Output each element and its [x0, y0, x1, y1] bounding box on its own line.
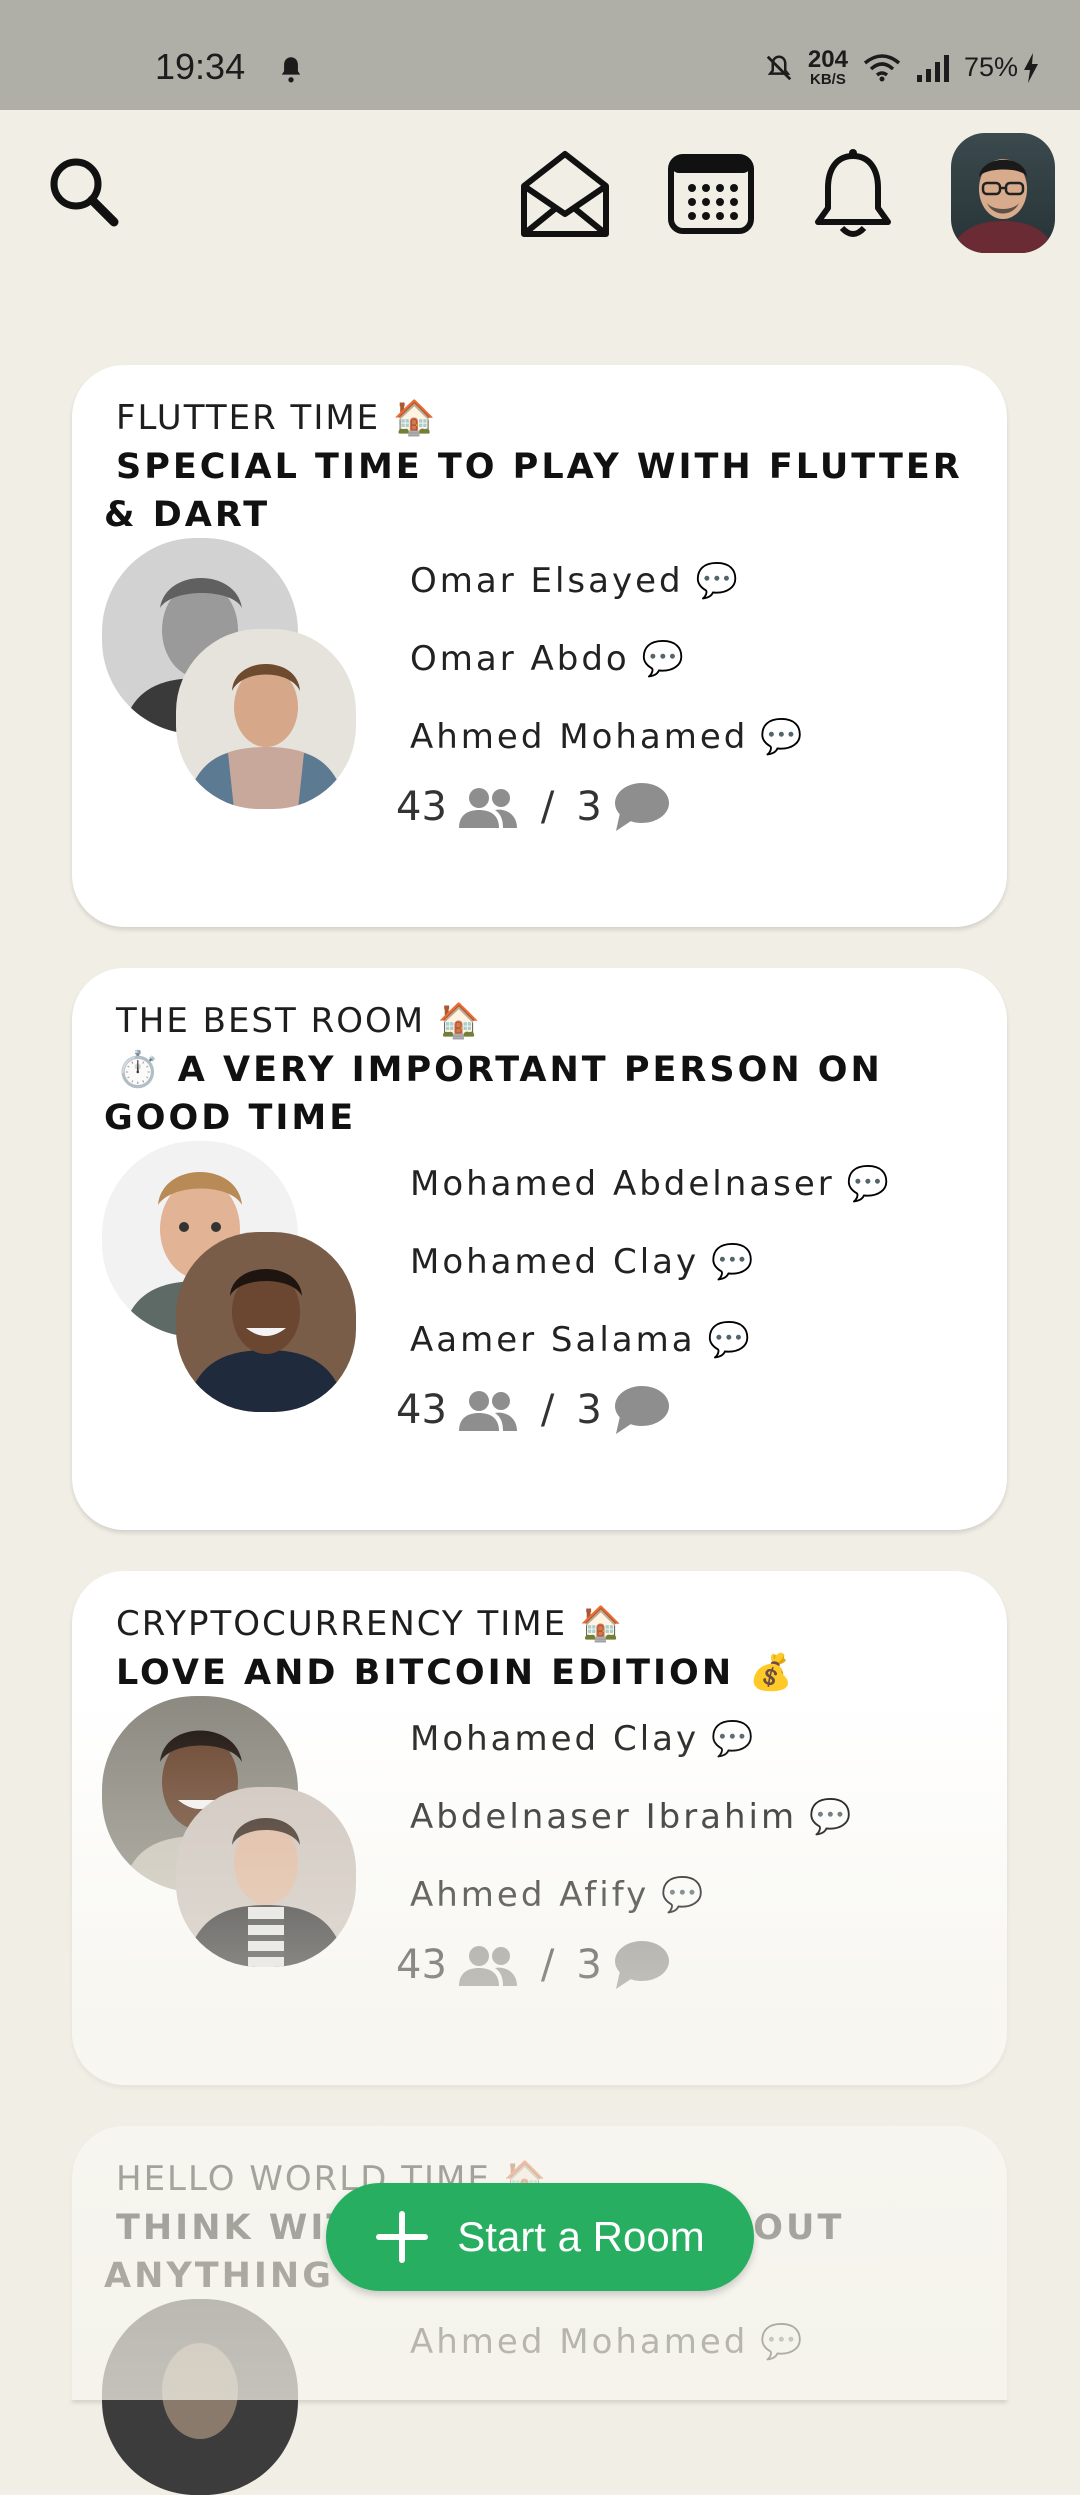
status-time: 19:34: [155, 46, 246, 87]
room-title-tail: OUT: [753, 2208, 845, 2248]
speaker-row: Mohamed Clay 💬: [410, 1700, 854, 1778]
speaker-count: 3: [576, 784, 602, 830]
stats-separator: /: [540, 1942, 555, 1988]
profile-avatar[interactable]: [951, 133, 1055, 253]
room-title-text: SPECIAL TIME TO PLAY WITH FLUTTER & DART: [104, 447, 963, 535]
speaker-name: Mohamed Abdelnaser: [410, 1164, 835, 1204]
status-bar: 19:34 204 KB/S 75%: [0, 0, 1080, 110]
speed-value: 204: [807, 46, 848, 73]
notification-bell-icon[interactable]: [812, 146, 894, 242]
plus-icon: [376, 2211, 429, 2263]
status-right: 204 KB/S 75%: [764, 48, 1040, 87]
speaker-avatar-1: [102, 2299, 298, 2495]
speaker-row: Abdelnaser Ibrahim 💬: [410, 1778, 854, 1856]
room-club-name: CRYPTOCURRENCY TIME 🏠: [116, 1604, 625, 1644]
room-club-name: FLUTTER TIME 🏠: [116, 398, 438, 438]
stats-separator: /: [540, 1387, 555, 1433]
chat-bubble-icon: [614, 1386, 669, 1434]
battery-percent: 75%: [963, 52, 1018, 82]
speaker-count: 3: [576, 1942, 602, 1988]
room-card[interactable]: FLUTTER TIME 🏠 SPECIAL TIME TO PLAY WITH…: [72, 365, 1007, 927]
speech-bubble-icon: 💬: [711, 1719, 757, 1759]
speaker-row: Ahmed Afify 💬: [410, 1856, 854, 1934]
speech-bubble-icon: 💬: [695, 561, 741, 601]
speaker-list: Ahmed Mohamed 💬: [410, 2303, 806, 2381]
speaker-name: Aamer Salama: [410, 1320, 696, 1360]
room-stats: 43 / 3: [396, 781, 670, 833]
stats-separator: /: [540, 784, 555, 830]
profile-photo: [951, 159, 1055, 253]
listener-count: 43: [396, 1387, 447, 1433]
start-room-label: Start a Room: [457, 2213, 705, 2260]
speaker-row: Omar Abdo 💬: [410, 620, 806, 698]
room-title-line2: ANYTHING: [104, 2256, 334, 2296]
speaker-list: Mohamed Abdelnaser 💬 Mohamed Clay 💬 Aamer …: [410, 1145, 892, 1379]
speech-bubble-icon: 💬: [760, 717, 806, 757]
speaker-row: Mohamed Clay 💬: [410, 1223, 892, 1301]
speaker-name: Omar Elsayed: [410, 561, 684, 601]
mute-icon: [766, 54, 792, 80]
speaker-row: Aamer Salama 💬: [410, 1301, 892, 1379]
room-title: SPECIAL TIME TO PLAY WITH FLUTTER & DART: [104, 443, 984, 539]
chat-bubble-icon: [614, 1941, 669, 1989]
charging-icon: [1024, 52, 1038, 83]
speaker-list: Mohamed Clay 💬 Abdelnaser Ibrahim 💬 Ahmed …: [410, 1700, 854, 1934]
speech-bubble-icon: 💬: [809, 1797, 855, 1837]
room-stats: 43 / 3: [396, 1384, 670, 1436]
people-icon: [458, 1391, 517, 1431]
signal-icon: [916, 54, 949, 82]
speaker-name: Ahmed Afify: [410, 1875, 650, 1915]
room-card[interactable]: THE BEST ROOM 🏠 ⏱️ A VERY IMPORTANT PERS…: [72, 968, 1007, 1530]
speaker-name: Ahmed Mohamed: [410, 2322, 749, 2362]
speed-unit: KB/S: [810, 71, 846, 88]
speech-bubble-icon: 💬: [707, 1320, 753, 1360]
speaker-avatar-2: [176, 1232, 356, 1412]
speaker-row: Ahmed Mohamed 💬: [410, 698, 806, 776]
room-title-emoji: ⏱️: [116, 1050, 163, 1090]
speaker-name: Abdelnaser Ibrahim: [410, 1797, 798, 1837]
speaker-avatar-2: [176, 1787, 356, 1967]
listener-count: 43: [396, 1942, 447, 1988]
speaker-name: Mohamed Clay: [410, 1719, 700, 1759]
speech-bubble-icon: 💬: [641, 639, 688, 679]
speech-bubble-icon: 💬: [846, 1164, 893, 1204]
speaker-avatar-2: [176, 629, 356, 809]
room-title-text: THINK WIT: [116, 2208, 354, 2248]
speech-bubble-icon: 💬: [711, 1242, 757, 1282]
room-title-text: A VERY IMPORTANT PERSON ON GOOD TIME: [104, 1050, 883, 1138]
room-title: LOVE AND BITCOIN EDITION 💰: [104, 1649, 984, 1697]
alarm-bell-icon: [281, 57, 301, 83]
people-icon: [458, 1946, 517, 1986]
room-title-text: LOVE AND BITCOIN EDITION 💰: [116, 1653, 796, 1693]
room-club-name: THE BEST ROOM 🏠: [116, 1001, 483, 1041]
network-speed: 204 KB/S: [807, 46, 848, 88]
room-card[interactable]: CRYPTOCURRENCY TIME 🏠 LOVE AND BITCOIN E…: [72, 1571, 1007, 2085]
speaker-count: 3: [576, 1387, 602, 1433]
people-icon: [458, 788, 517, 828]
speaker-name: Mohamed Clay: [410, 1242, 700, 1282]
speech-bubble-icon: 💬: [760, 2322, 806, 2362]
wifi-icon: [863, 53, 901, 81]
mail-icon[interactable]: [518, 146, 612, 242]
start-room-button[interactable]: Start a Room: [326, 2183, 754, 2291]
speaker-name: Omar Abdo: [410, 639, 630, 679]
speaker-row: Omar Elsayed 💬: [410, 542, 806, 620]
room-title: ⏱️ A VERY IMPORTANT PERSON ON GOOD TIME: [104, 1046, 984, 1142]
speaker-row: Mohamed Abdelnaser 💬: [410, 1145, 892, 1223]
listener-count: 43: [396, 784, 447, 830]
speaker-row: Ahmed Mohamed 💬: [410, 2303, 806, 2381]
speech-bubble-icon: 💬: [661, 1875, 707, 1915]
calendar-icon[interactable]: [668, 154, 754, 234]
chat-bubble-icon: [614, 783, 669, 831]
search-icon[interactable]: [44, 152, 124, 232]
room-stats: 43 / 3: [396, 1939, 670, 1991]
speaker-name: Ahmed Mohamed: [410, 717, 749, 757]
speaker-list: Omar Elsayed 💬 Omar Abdo 💬 Ahmed Mohamed 💬: [410, 542, 806, 776]
